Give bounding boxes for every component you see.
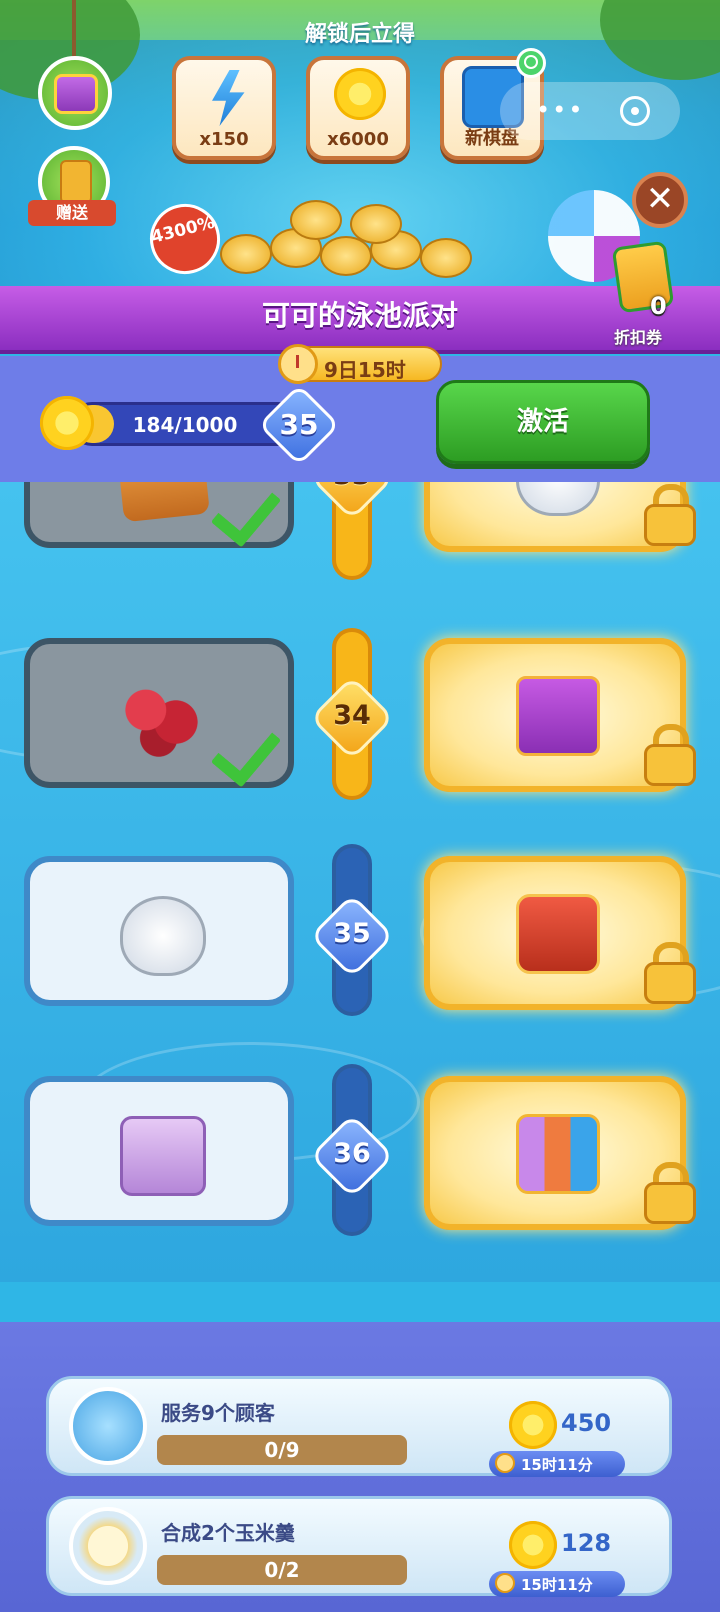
task-timer-text: 15时11分 (521, 1456, 593, 1474)
mini-program-capsule: ••• (500, 82, 680, 140)
activate-button[interactable]: 激活 (436, 380, 650, 464)
current-level-number: 35 (279, 408, 319, 441)
discount-ticket-widget[interactable]: 0 折扣券 (598, 240, 694, 347)
unlock-rewards-title: 解锁后立得 (304, 22, 415, 47)
task-card[interactable]: 合成2个玉米羹 0/2 128 15时11分 (46, 1496, 672, 1597)
flower-coin-icon (509, 1401, 557, 1449)
track-row-36: 36 (0, 1058, 720, 1258)
premium-reward-card[interactable] (424, 1076, 696, 1230)
task-title: 合成2个玉米羹 (161, 1521, 295, 1545)
claimed-check-icon (220, 720, 276, 776)
event-timer-text: 9日15时 (324, 358, 406, 382)
alarm-clock-icon (495, 1573, 515, 1593)
task-reward-amount: 128 (561, 1529, 612, 1557)
reward-flower-coins[interactable]: x6000 (306, 56, 410, 160)
task-timer-text: 15时11分 (521, 1576, 593, 1594)
free-reward-card[interactable] (24, 1076, 294, 1226)
gift-bundle-button[interactable] (38, 56, 112, 130)
task-timer: 15时11分 (489, 1571, 625, 1597)
premium-reward-card[interactable] (424, 482, 696, 552)
premium-reward-card[interactable] (424, 638, 696, 792)
task-reward-amount: 450 (561, 1409, 612, 1437)
search-icon[interactable] (516, 48, 546, 78)
alarm-clock-icon (495, 1453, 515, 1473)
free-reward-card[interactable] (24, 482, 294, 548)
close-button[interactable]: ✕ (632, 172, 688, 228)
shell-bowl-icon (516, 482, 600, 516)
level-number: 35 (333, 918, 371, 949)
track-row-33: 33 (0, 482, 720, 580)
event-timer: 9日15时 (278, 344, 442, 384)
gift-label: 赠送 (28, 200, 116, 226)
track-row-34: 34 (0, 620, 720, 820)
more-options-icon[interactable]: ••• (536, 96, 584, 124)
claimed-check-icon (220, 482, 276, 536)
task-progress-text: 0/2 (264, 1558, 300, 1582)
level-number: 33 (322, 482, 382, 491)
lilac-chest-icon (120, 1116, 206, 1196)
red-chest-icon (516, 894, 600, 974)
free-reward-card[interactable] (24, 856, 294, 1006)
lock-icon (644, 724, 696, 786)
premium-reward-card[interactable] (424, 856, 696, 1010)
lock-icon (644, 942, 696, 1004)
task-progress-text: 0/9 (264, 1438, 300, 1462)
level-number: 36 (333, 1138, 371, 1169)
coin-pile-icon (200, 190, 500, 286)
track-row-35: 35 (0, 838, 720, 1038)
level-number: 34 (333, 700, 371, 731)
shell-bowl-icon (120, 896, 206, 976)
close-miniprogram-icon[interactable] (620, 96, 650, 126)
reward-flower-amount: x6000 (327, 129, 389, 150)
reward-energy-amount: x150 (199, 129, 249, 150)
free-reward-card[interactable] (24, 638, 294, 788)
purple-chest-icon (516, 676, 600, 756)
task-progress-bar: 0/9 (157, 1435, 407, 1465)
ticket-count: 0 (650, 292, 667, 320)
alarm-clock-icon (278, 344, 318, 384)
task-title: 服务9个顾客 (161, 1401, 275, 1425)
flower-point-icon (40, 396, 94, 450)
ticket-icon (60, 160, 92, 204)
ticket-label: 折扣券 (614, 328, 663, 347)
customer-avatar (69, 1387, 147, 1465)
flower-coin-icon (334, 68, 386, 124)
chest-bundle-icon (516, 1114, 600, 1194)
task-progress-bar: 0/2 (157, 1555, 407, 1585)
task-card[interactable]: 服务9个顾客 0/9 450 15时11分 (46, 1376, 672, 1477)
reward-track[interactable]: 33 34 35 (0, 482, 720, 1282)
lock-icon (644, 1162, 696, 1224)
red-gems-icon (120, 678, 206, 758)
flower-coin-icon (509, 1521, 557, 1569)
reward-energy[interactable]: x150 (172, 56, 276, 160)
energy-bolt-icon (212, 70, 245, 126)
lock-icon (644, 484, 696, 546)
mystery-box-icon (116, 482, 210, 523)
task-timer: 15时11分 (489, 1451, 625, 1477)
corn-soup-avatar (69, 1507, 147, 1585)
close-icon: ✕ (645, 179, 675, 219)
gift-chest-icon (54, 74, 98, 114)
